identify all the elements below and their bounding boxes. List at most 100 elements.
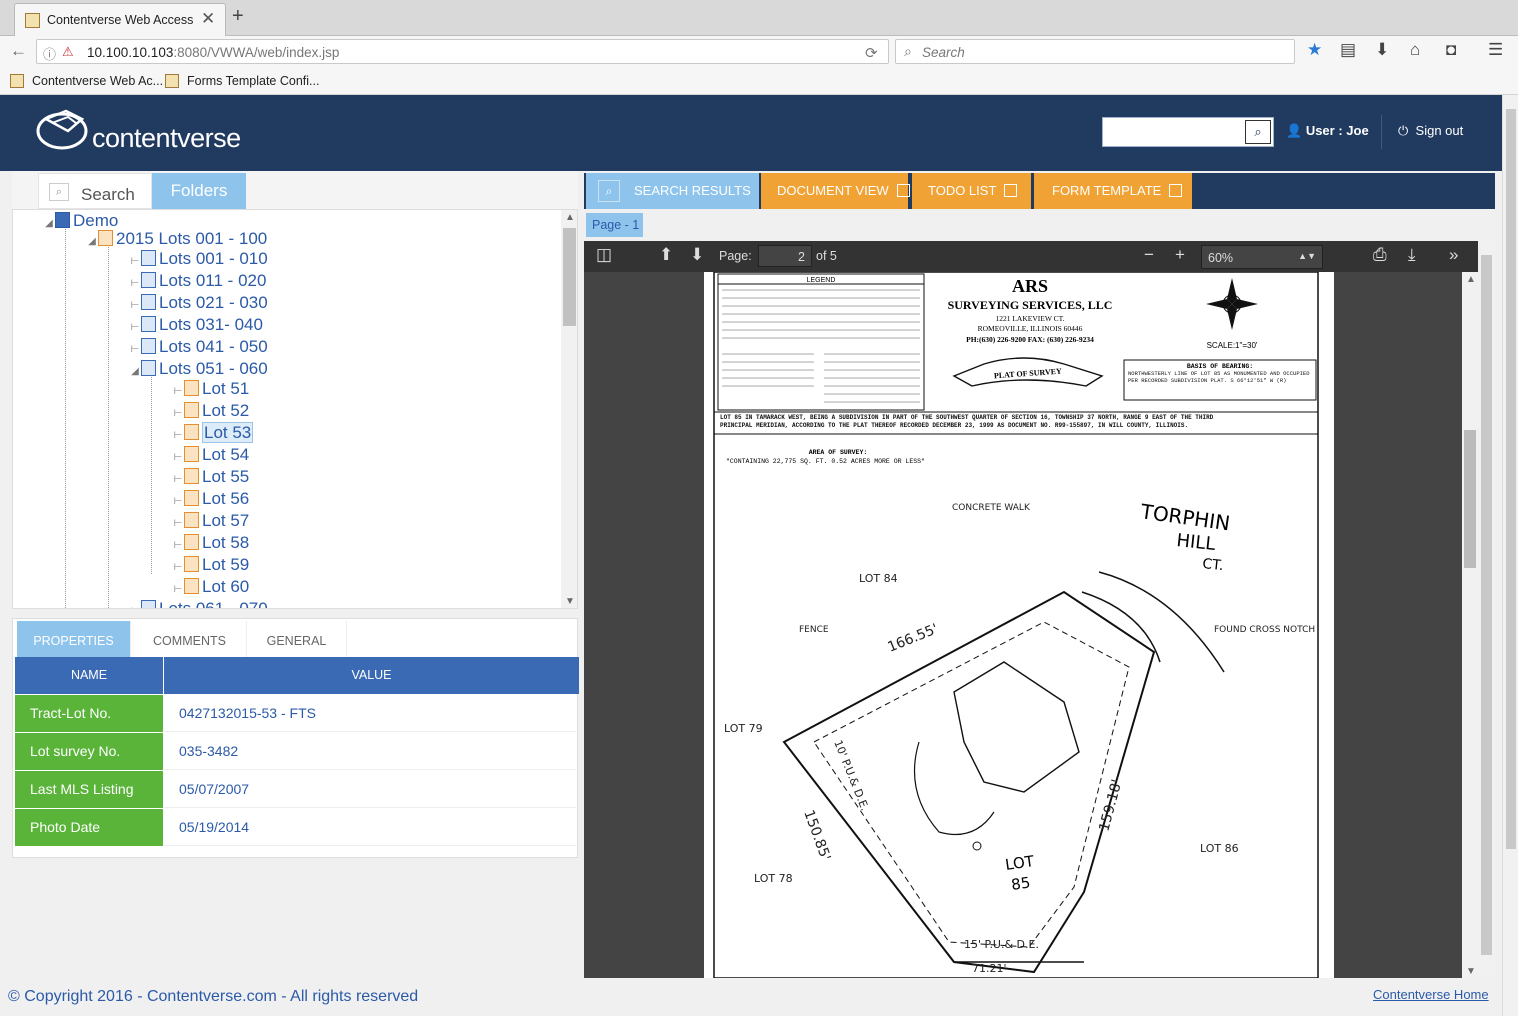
tree-node-folder-selected[interactable]: ⊢ Lot 53 bbox=[172, 422, 254, 443]
tree-node-folder[interactable]: ⊢ Lot 60 bbox=[172, 576, 250, 597]
pdf-viewer[interactable]: LEGEND ARS SURVEYING SERVICES, LLC 1221 … bbox=[584, 272, 1478, 978]
user-menu[interactable]: 👤 User : Joe bbox=[1286, 123, 1369, 139]
sign-out-button[interactable]: ⏻ Sign out bbox=[1398, 123, 1463, 139]
chevron-updown-icon: ▲▼ bbox=[1298, 251, 1316, 261]
drawer-icon bbox=[141, 250, 156, 266]
tree-node-drawer[interactable]: ⊢ Lots 001 - 010 bbox=[129, 248, 268, 269]
folder-icon bbox=[184, 512, 199, 528]
lot-number: 85 bbox=[1010, 873, 1031, 893]
zoom-in-icon[interactable]: + bbox=[1175, 245, 1185, 265]
tab-document-view[interactable]: DOCUMENT VIEW bbox=[761, 173, 910, 209]
tree-node-folder[interactable]: ⊢ Lot 52 bbox=[172, 400, 250, 421]
tab-search-results[interactable]: ⌕ SEARCH RESULTS bbox=[586, 173, 759, 209]
tree-node-folder[interactable]: ⊢ Lot 54 bbox=[172, 444, 250, 465]
sidebar-toggle-icon[interactable]: ◫ bbox=[596, 245, 612, 265]
property-value[interactable]: 0427132015-53 - FTS bbox=[164, 695, 579, 732]
scroll-thumb[interactable] bbox=[563, 228, 576, 326]
property-value[interactable]: 05/19/2014 bbox=[164, 809, 579, 846]
legal-line1: LOT 85 IN TAMARACK WEST, BEING A SUBDIVI… bbox=[720, 414, 1214, 421]
previous-page-icon[interactable]: ⬆ bbox=[659, 245, 673, 265]
pocket-icon[interactable]: ◘ bbox=[1446, 40, 1456, 60]
download-icon[interactable]: ⤓ bbox=[1408, 245, 1416, 265]
url-path: :8080/VWWA/web/index.jsp bbox=[173, 45, 340, 60]
tree-node-drawer[interactable]: ⊢ Lots 021 - 030 bbox=[129, 292, 268, 313]
contentverse-home-link[interactable]: Contentverse Home bbox=[1373, 987, 1489, 1002]
scroll-thumb[interactable] bbox=[1464, 430, 1476, 568]
bookmark-label: Contentverse Web Ac... bbox=[32, 74, 164, 88]
new-tab-icon[interactable]: + bbox=[232, 5, 244, 28]
drawer-icon bbox=[141, 272, 156, 288]
legend-title: LEGEND bbox=[807, 277, 836, 284]
tree-node-folder[interactable]: ⊢ Lot 51 bbox=[172, 378, 250, 399]
scale-text: SCALE:1"=30' bbox=[1207, 341, 1258, 350]
scroll-thumb[interactable] bbox=[1481, 255, 1492, 955]
tree-node-drawer[interactable]: ◢ Lots 051 - 060 bbox=[129, 358, 268, 379]
tab-search[interactable]: ⌕ Search bbox=[38, 173, 152, 209]
bookmark-item[interactable]: Forms Template Confi... bbox=[165, 74, 319, 88]
scroll-up-icon[interactable]: ▲ bbox=[565, 212, 575, 223]
header-search-button[interactable]: ⌕ bbox=[1245, 120, 1271, 144]
contentverse-logo[interactable]: contentverse bbox=[36, 105, 246, 161]
info-icon[interactable]: ⓘ bbox=[43, 44, 56, 63]
tab-todo-list[interactable]: TODO LIST bbox=[912, 173, 1031, 209]
tree-node-folder[interactable]: ⊢ Lot 57 bbox=[172, 510, 250, 531]
bookmark-star-icon[interactable]: ★ bbox=[1307, 40, 1322, 60]
tree-node-label: Lot 60 bbox=[202, 577, 250, 596]
lot-label: LOT bbox=[1004, 852, 1036, 874]
tree-node-drawer[interactable]: ⊢ Lots 011 - 020 bbox=[129, 270, 267, 291]
north-arrow-icon bbox=[1206, 278, 1258, 330]
download-icon[interactable]: ⬇ bbox=[1375, 40, 1389, 60]
print-icon[interactable]: ⎙ bbox=[1373, 245, 1387, 265]
property-value[interactable]: 05/07/2007 bbox=[164, 771, 579, 808]
viewer-outer-scrollbar[interactable] bbox=[1478, 241, 1495, 978]
user-label: User : Joe bbox=[1305, 123, 1369, 138]
property-value[interactable]: 035-3482 bbox=[164, 733, 579, 770]
tools-menu-icon[interactable]: » bbox=[1449, 245, 1458, 265]
zoom-value: 60% bbox=[1208, 251, 1234, 265]
domain-icon bbox=[55, 212, 70, 228]
tree-node-cabinet[interactable]: ◢ 2015 Lots 001 - 100 bbox=[86, 228, 267, 249]
home-icon[interactable]: ⌂ bbox=[1410, 40, 1420, 60]
url-bar[interactable]: ⓘ ⚠ 10.100.10.103:8080/VWWA/web/index.js… bbox=[36, 39, 889, 64]
tree-node-folder[interactable]: ⊢ Lot 59 bbox=[172, 554, 250, 575]
scroll-up-icon[interactable]: ▲ bbox=[1466, 274, 1476, 285]
folder-icon bbox=[184, 380, 199, 396]
reload-icon[interactable]: ⟳ bbox=[865, 44, 878, 62]
tab-form-template[interactable]: FORM TEMPLATE bbox=[1034, 173, 1192, 209]
tab-properties[interactable]: PROPERTIES bbox=[17, 621, 131, 657]
tree-node-label: Lots 001 - 010 bbox=[159, 249, 268, 268]
bookmark-item[interactable]: Contentverse Web Ac... bbox=[10, 74, 163, 88]
scroll-thumb[interactable] bbox=[1506, 109, 1516, 849]
page-scrollbar[interactable] bbox=[1502, 95, 1518, 1016]
tree-scrollbar[interactable]: ▲ ▼ bbox=[561, 210, 577, 608]
tree-node-drawer[interactable]: ⊢ Lots 031- 040 bbox=[129, 314, 263, 335]
page-number-input[interactable]: 2 bbox=[758, 245, 812, 267]
tree-node-label: Lots 031- 040 bbox=[159, 315, 263, 334]
logo-mark-icon bbox=[36, 109, 88, 150]
insecure-icon: ⚠ bbox=[62, 44, 74, 59]
back-icon[interactable]: ← bbox=[10, 41, 27, 61]
tree-node-folder[interactable]: ⊢ Lot 58 bbox=[172, 532, 250, 553]
zoom-select[interactable]: 60% ▲▼ bbox=[1201, 245, 1323, 269]
tab-comments[interactable]: COMMENTS bbox=[133, 621, 247, 657]
browser-tab[interactable]: Contentverse Web Access ✕ bbox=[14, 3, 226, 36]
browser-search-box[interactable]: ⌕ Search bbox=[895, 39, 1295, 64]
tree-node-folder[interactable]: ⊢ Lot 56 bbox=[172, 488, 250, 509]
tree-node-folder[interactable]: ⊢ Lot 55 bbox=[172, 466, 250, 487]
page-label: Page: bbox=[719, 249, 752, 263]
tab-general[interactable]: GENERAL bbox=[247, 621, 347, 657]
next-page-icon[interactable]: ⬇ bbox=[690, 245, 704, 265]
scroll-down-icon[interactable]: ▼ bbox=[1466, 966, 1476, 977]
reader-icon[interactable]: ▤ bbox=[1340, 40, 1356, 60]
page-tab[interactable]: Page - 1 bbox=[586, 213, 643, 237]
tree-node-drawer[interactable]: ⊢Lots 061 - 070 bbox=[129, 598, 268, 608]
close-tab-icon[interactable]: ✕ bbox=[201, 9, 215, 29]
zoom-out-icon[interactable]: − bbox=[1144, 245, 1154, 265]
header-search-input[interactable]: ⌕ bbox=[1102, 117, 1274, 147]
folder-icon bbox=[184, 556, 199, 572]
scroll-down-icon[interactable]: ▼ bbox=[565, 596, 575, 607]
tab-folders[interactable]: Folders bbox=[152, 173, 246, 209]
tree-node-drawer[interactable]: ⊢ Lots 041 - 050 bbox=[129, 336, 268, 357]
pdf-scrollbar[interactable]: ▲ ▼ bbox=[1462, 272, 1478, 978]
menu-icon[interactable]: ☰ bbox=[1488, 40, 1503, 60]
